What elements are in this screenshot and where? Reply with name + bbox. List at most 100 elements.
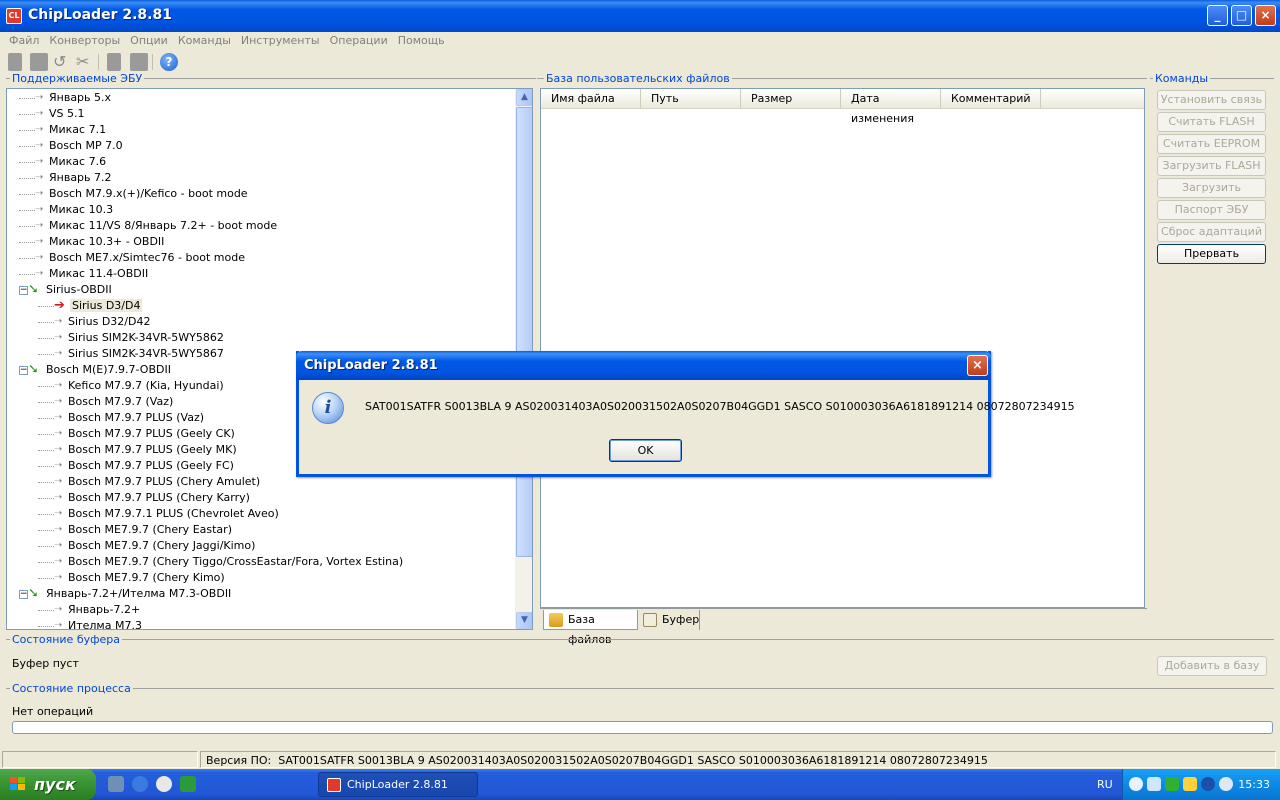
tree-connector xyxy=(19,209,35,211)
tree-item[interactable]: ➝ Микас 11.4-OBDII xyxy=(19,266,150,282)
menu-file[interactable]: Файл xyxy=(4,32,44,50)
tree-item[interactable]: ➝ Bosch M7.9.7 PLUS (Geely MK) xyxy=(38,442,239,458)
scroll-down-icon[interactable]: ▼ xyxy=(516,612,532,629)
tree-item[interactable]: ➝ Микас 10.3 xyxy=(19,202,115,218)
tray-arrow-icon[interactable] xyxy=(1129,777,1143,791)
tree-item[interactable]: ➝ Январь 7.2 xyxy=(19,170,114,186)
tree-item[interactable]: ➝ Sirius D32/D42 xyxy=(38,314,152,330)
scroll-thumb[interactable] xyxy=(516,107,532,557)
tree-item[interactable]: ➝ Микас 11/VS 8/Январь 7.2+ - boot mode xyxy=(19,218,279,234)
command-button[interactable]: Прервать xyxy=(1157,244,1266,264)
help-icon[interactable]: ? xyxy=(160,53,178,71)
tree-item[interactable]: ➝ Bosch M7.9.7 (Vaz) xyxy=(38,394,175,410)
tray-power-icon[interactable] xyxy=(1201,777,1215,791)
ok-button[interactable]: OK xyxy=(609,439,682,462)
tab-files-db[interactable]: База файлов xyxy=(543,610,638,646)
quicklaunch-explorer-icon[interactable] xyxy=(108,776,124,792)
tree-item[interactable]: ➝ VS 5.1 xyxy=(19,106,87,122)
file-list[interactable]: Имя файла Путь Размер Дата изменения Ком… xyxy=(540,88,1145,608)
column-path[interactable]: Путь xyxy=(641,89,741,109)
menu-operations[interactable]: Операции xyxy=(325,32,393,50)
menu-help[interactable]: Помощь xyxy=(393,32,450,50)
tree-item[interactable]: ➝ Kefico M7.9.7 (Kia, Hyundai) xyxy=(38,378,226,394)
tree-item[interactable]: ➝ Микас 10.3+ - OBDII xyxy=(19,234,166,250)
tree-item[interactable]: ➝ Sirius SIM2K-34VR-5WY5867 xyxy=(38,346,226,362)
maximize-button[interactable]: □ xyxy=(1231,5,1252,26)
column-comment[interactable]: Комментарий xyxy=(941,89,1041,109)
tree-item[interactable]: ➝ Январь-7.2+ xyxy=(38,602,142,618)
column-filename[interactable]: Имя файла xyxy=(541,89,641,109)
tree-group[interactable]: −➘ Sirius-OBDII xyxy=(19,282,114,298)
tree-item[interactable]: ➝ Bosch M7.9.7 PLUS (Geely FC) xyxy=(38,458,236,474)
close-button[interactable]: × xyxy=(1255,5,1276,26)
tree-item[interactable]: ➝ Bosch ME7.9.7 (Chery Tiggo/CrossEastar/… xyxy=(38,554,405,570)
command-button[interactable]: Сброс адаптаций xyxy=(1157,222,1266,242)
menu-commands[interactable]: Команды xyxy=(173,32,236,50)
copy-icon[interactable] xyxy=(107,53,121,71)
command-button[interactable]: Загрузить EEPROM xyxy=(1157,178,1266,212)
paste-icon[interactable] xyxy=(130,53,148,71)
column-date[interactable]: Дата изменения xyxy=(841,89,941,125)
menu-tools[interactable]: Инструменты xyxy=(236,32,325,50)
message-dialog[interactable]: ChipLoader 2.8.81 × i SAT001SATFR S0013B… xyxy=(296,351,1075,477)
tree-item[interactable]: ➝ Микас 7.6 xyxy=(19,154,108,170)
cut-icon[interactable]: ✂ xyxy=(76,53,94,71)
command-button[interactable]: Паспорт ЭБУ xyxy=(1157,200,1266,220)
clipboard-icon xyxy=(643,613,657,627)
tray-network-icon[interactable] xyxy=(1147,777,1161,791)
open-icon[interactable] xyxy=(8,53,22,71)
tab-buffer[interactable]: Буфер xyxy=(638,610,700,630)
collapse-icon[interactable]: − xyxy=(19,365,28,375)
tree-group[interactable]: −➘ Bosch M(E)7.9.7-OBDII xyxy=(19,362,173,378)
tree-item[interactable]: ➝ Микас 7.1 xyxy=(19,122,108,138)
start-button[interactable]: пуск xyxy=(0,769,96,800)
add-to-db-button[interactable]: Добавить в базу xyxy=(1157,656,1267,676)
dialog-title-bar[interactable]: ChipLoader 2.8.81 × xyxy=(296,351,991,380)
tree-item[interactable]: ➝ Sirius SIM2K-34VR-5WY5862 xyxy=(38,330,226,346)
tree-item[interactable]: ➝ Bosch M7.9.x(+)/Kefico - boot mode xyxy=(19,186,250,202)
tab-buffer-label: Буфер xyxy=(662,613,700,626)
collapse-icon[interactable]: − xyxy=(19,285,28,295)
taskbar-chiploader-button[interactable]: ChipLoader 2.8.81 xyxy=(318,772,478,797)
tree-item[interactable]: ➝ Январь 5.x xyxy=(19,90,113,106)
command-button[interactable]: Считать FLASH xyxy=(1157,112,1266,132)
menu-options[interactable]: Опции xyxy=(125,32,173,50)
tree-connector xyxy=(38,337,54,339)
tree-item[interactable]: ➝ Bosch ME7.x/Simtec76 - boot mode xyxy=(19,250,247,266)
ecu-group-label: Поддерживаемые ЭБУ xyxy=(10,72,145,85)
start-label: пуск xyxy=(34,775,76,794)
quicklaunch-ie-icon[interactable] xyxy=(132,776,148,792)
tree-item[interactable]: ➝ Bosch ME7.9.7 (Chery Eastar) xyxy=(38,522,234,538)
language-indicator[interactable]: RU xyxy=(1097,769,1113,800)
tree-item[interactable]: ➝ Ителма M7.3 xyxy=(38,618,144,629)
tree-item[interactable]: ➝ Bosch M7.9.7 PLUS (Chery Karry) xyxy=(38,490,252,506)
quicklaunch-app-icon[interactable] xyxy=(180,776,196,792)
title-bar[interactable]: CL ChipLoader 2.8.81 _ □ × xyxy=(0,0,1280,32)
command-button[interactable]: Загрузить FLASH xyxy=(1157,156,1266,176)
tray-volume-icon[interactable] xyxy=(1219,777,1233,791)
tree-item[interactable]: ➔ Sirius D3/D4 xyxy=(38,298,143,314)
menu-converters[interactable]: Конверторы xyxy=(44,32,125,50)
tree-item[interactable]: ➝ Bosch M7.9.7 PLUS (Geely CK) xyxy=(38,426,237,442)
tree-item[interactable]: ➝ Bosch MP 7.0 xyxy=(19,138,125,154)
column-size[interactable]: Размер xyxy=(741,89,841,109)
tree-item[interactable]: ➝ Bosch M7.9.7.1 PLUS (Chevrolet Aveo) xyxy=(38,506,281,522)
tree-item[interactable]: ➝ Bosch M7.9.7 PLUS (Vaz) xyxy=(38,410,206,426)
dialog-close-button[interactable]: × xyxy=(967,355,988,376)
collapse-icon[interactable]: − xyxy=(19,589,28,599)
undo-icon[interactable]: ↺ xyxy=(53,53,71,71)
save-icon[interactable] xyxy=(30,53,48,71)
quicklaunch-media-icon[interactable] xyxy=(156,776,172,792)
tree-item[interactable]: ➝ Bosch ME7.9.7 (Chery Kimo) xyxy=(38,570,227,586)
tree-item[interactable]: ➝ Bosch ME7.9.7 (Chery Jaggi/Kimo) xyxy=(38,538,257,554)
command-button[interactable]: Установить связь xyxy=(1157,90,1266,110)
progress-bar xyxy=(12,721,1273,734)
tray-app-icon[interactable] xyxy=(1165,777,1179,791)
gray-arrow-icon: ➝ xyxy=(54,444,63,455)
tray-shield-icon[interactable] xyxy=(1183,777,1197,791)
tree-group[interactable]: −➘ Январь-7.2+/Ителма M7.3-OBDII xyxy=(19,586,233,602)
scroll-up-icon[interactable]: ▲ xyxy=(516,89,532,106)
minimize-button[interactable]: _ xyxy=(1207,5,1228,26)
command-button[interactable]: Считать EEPROM xyxy=(1157,134,1266,154)
tree-item[interactable]: ➝ Bosch M7.9.7 PLUS (Chery Amulet) xyxy=(38,474,262,490)
